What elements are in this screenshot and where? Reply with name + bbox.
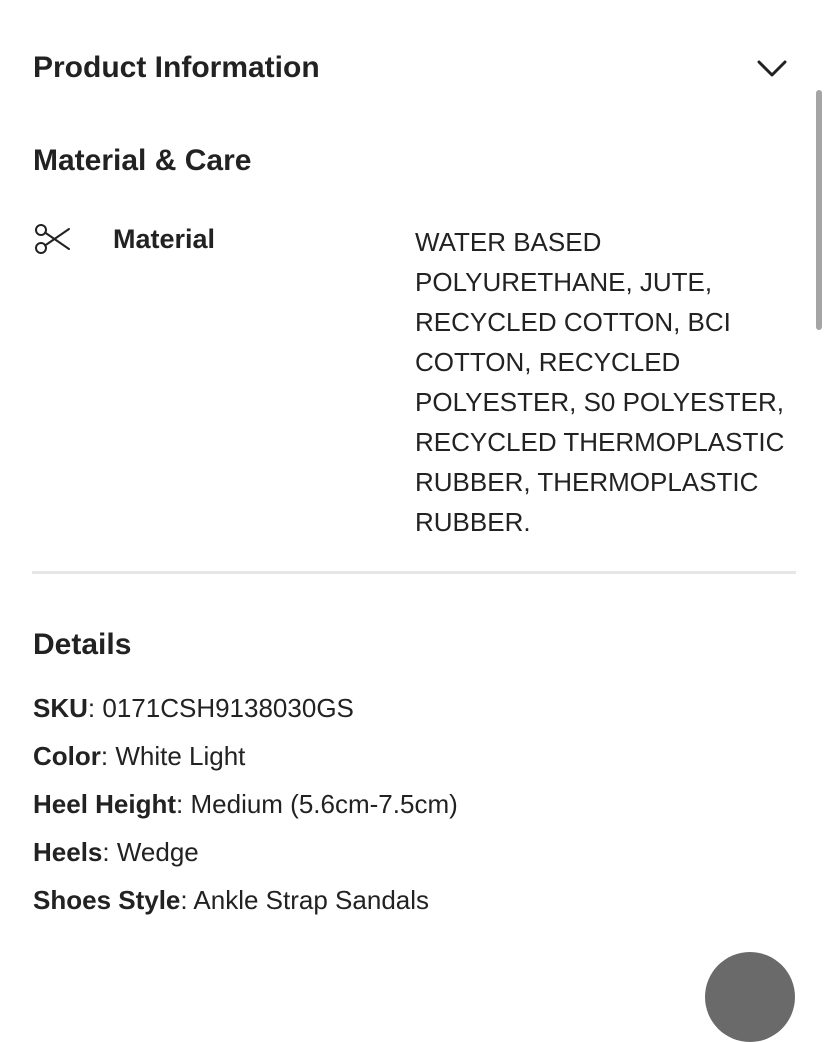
section-divider <box>32 571 796 574</box>
material-care-title: Material & Care <box>33 144 252 177</box>
detail-row-heel-height: Heel Height: Medium (5.6cm-7.5cm) <box>33 789 458 819</box>
product-information-title: Product Information <box>33 51 320 84</box>
detail-key: SKU <box>33 693 88 723</box>
detail-row-sku: SKU: 0171CSH9138030GS <box>33 693 354 723</box>
floating-action-button[interactable] <box>705 952 795 1042</box>
detail-value: Wedge <box>116 837 199 867</box>
scissors-icon <box>33 222 71 256</box>
scrollbar-thumb[interactable] <box>816 90 822 330</box>
detail-key: Color <box>33 741 101 771</box>
material-value: WATER BASED POLYURETHANE, JUTE, RECYCLED… <box>415 227 785 537</box>
detail-key: Heels <box>33 837 103 867</box>
detail-row-shoes-style: Shoes Style: Ankle Strap Sandals <box>33 885 430 915</box>
product-information-toggle[interactable]: Product Information <box>33 48 789 88</box>
details-list: SKU: 0171CSH9138030GS Color: White Light… <box>33 686 793 926</box>
detail-row-heels: Heels: Wedge <box>33 837 199 867</box>
detail-key: Shoes Style <box>33 885 181 915</box>
details-title: Details <box>33 628 132 661</box>
material-label: Material <box>113 224 216 254</box>
detail-key: Heel Height <box>33 789 177 819</box>
detail-row-color: Color: White Light <box>33 741 246 771</box>
detail-value: Medium (5.6cm-7.5cm) <box>190 789 458 819</box>
detail-value: Ankle Strap Sandals <box>193 885 430 915</box>
chevron-down-icon[interactable] <box>755 56 789 80</box>
detail-value: 0171CSH9138030GS <box>102 693 354 723</box>
detail-value: White Light <box>115 741 246 771</box>
